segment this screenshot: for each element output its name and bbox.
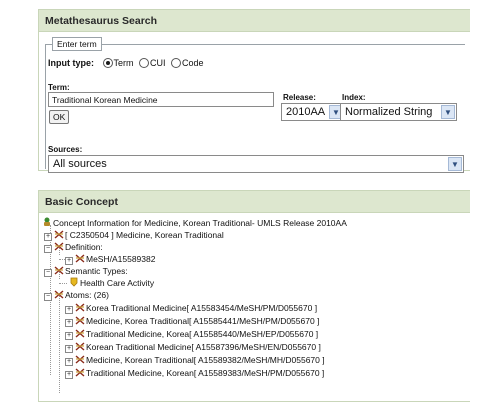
enter-term-fieldset: Enter term Input type: Term CUI Code Ter… xyxy=(45,37,465,173)
tree-cui-node[interactable]: + [ C2350504 ] Medicine, Korean Tradition… xyxy=(44,229,224,241)
expand-icon[interactable]: + xyxy=(65,371,73,379)
term-radio-label: Term xyxy=(113,58,134,68)
x-icon xyxy=(75,303,85,312)
x-icon xyxy=(54,290,64,299)
release-label: Release: xyxy=(283,93,316,102)
sources-select[interactable]: All sources ▼ xyxy=(48,155,464,173)
term-input[interactable]: Traditional Korean Medicine xyxy=(48,92,274,107)
release-select[interactable]: 2010AA ▼ xyxy=(281,103,345,121)
x-icon xyxy=(54,266,64,275)
definition-node-text: Definition: xyxy=(65,242,103,252)
index-label: Index: xyxy=(342,93,366,102)
concept-header: Concept Information for Medicine, Korean… xyxy=(42,217,347,229)
x-icon xyxy=(75,368,85,377)
sources-value: All sources xyxy=(53,158,107,170)
semantic-type-icon xyxy=(69,277,79,287)
x-icon xyxy=(75,329,85,338)
index-select[interactable]: Normalized String ▼ xyxy=(340,103,457,121)
collapse-icon[interactable]: − xyxy=(44,293,52,301)
metathesaurus-search-panel: Metathesaurus Search Enter term Input ty… xyxy=(38,9,470,173)
code-radio-label: Code xyxy=(182,58,204,68)
x-icon xyxy=(54,242,64,251)
tree-atom-item[interactable]: + Korean Traditional Medicine[ A15587396/… xyxy=(65,341,321,353)
semantic-types-text: Semantic Types: xyxy=(65,266,128,276)
cui-radio[interactable] xyxy=(139,58,150,68)
concept-header-text: Concept Information for Medicine, Korean… xyxy=(53,218,347,228)
sources-label: Sources: xyxy=(48,145,83,154)
cui-node-text: [ C2350504 ] Medicine, Korean Traditiona… xyxy=(65,230,224,240)
atom-text: Korean Traditional Medicine[ A15587396/M… xyxy=(86,342,321,352)
tree-semantic-types-node[interactable]: − Semantic Types: xyxy=(44,265,128,277)
expand-icon[interactable]: + xyxy=(44,233,52,241)
concept-info-icon xyxy=(42,217,52,226)
atom-text: Medicine, Korean Traditional[ A15589382/… xyxy=(86,355,325,365)
atoms-text: Atoms: (26) xyxy=(65,290,109,300)
tree-semantic-type-item[interactable]: Health Care Activity xyxy=(69,277,154,289)
term-radio[interactable] xyxy=(102,58,113,68)
definition-item-text: MeSH/A15589382 xyxy=(86,254,156,264)
atom-text: Korea Traditional Medicine[ A15583454/Me… xyxy=(86,303,318,313)
tree-atom-item[interactable]: + Korea Traditional Medicine[ A15583454/M… xyxy=(65,302,317,314)
expand-icon[interactable]: + xyxy=(65,345,73,353)
atom-text: Traditional Medicine, Korean[ A15589383/… xyxy=(86,368,325,378)
release-value: 2010AA xyxy=(286,106,326,118)
tree-atom-item[interactable]: + Medicine, Korean Traditional[ A15589382… xyxy=(65,354,325,366)
expand-icon[interactable]: + xyxy=(65,319,73,327)
input-type-row: Input type: Term CUI Code xyxy=(48,58,204,68)
term-label: Term: xyxy=(48,83,70,92)
collapse-icon[interactable]: − xyxy=(44,245,52,253)
collapse-icon[interactable]: − xyxy=(44,269,52,277)
chevron-down-icon: ▼ xyxy=(448,157,462,171)
expand-icon[interactable]: + xyxy=(65,306,73,314)
tree-atom-item[interactable]: + Medicine, Korea Traditional[ A15585441/… xyxy=(65,315,319,327)
expand-icon[interactable]: + xyxy=(65,257,73,265)
expand-icon[interactable]: + xyxy=(65,358,73,366)
tree-definition-item[interactable]: + MeSH/A15589382 xyxy=(65,253,155,265)
atom-text: Traditional Medicine, Korea[ A15585440/M… xyxy=(86,329,319,339)
enter-term-legend: Enter term xyxy=(52,37,102,51)
x-icon xyxy=(75,316,85,325)
semantic-type-item-text: Health Care Activity xyxy=(80,278,155,288)
x-icon xyxy=(75,254,85,263)
concept-panel-title: Basic Concept xyxy=(39,191,470,213)
cui-radio-label: CUI xyxy=(150,58,166,68)
x-icon xyxy=(54,230,64,239)
x-icon xyxy=(75,355,85,364)
search-panel-title: Metathesaurus Search xyxy=(39,10,470,32)
basic-concept-panel: Basic Concept Concept Information for Me… xyxy=(38,190,470,402)
atom-text: Medicine, Korea Traditional[ A15585441/M… xyxy=(86,316,320,326)
tree-atom-item[interactable]: + Traditional Medicine, Korea[ A15585440/… xyxy=(65,328,318,340)
ok-button[interactable]: OK xyxy=(49,110,70,124)
tree-atom-item[interactable]: + Traditional Medicine, Korean[ A15589383… xyxy=(65,367,324,379)
tree-definition-node[interactable]: − Definition: xyxy=(44,241,103,253)
index-value: Normalized String xyxy=(345,106,433,118)
chevron-down-icon: ▼ xyxy=(441,105,455,119)
x-icon xyxy=(75,342,85,351)
input-type-label: Input type: xyxy=(48,58,94,68)
code-radio[interactable] xyxy=(171,58,182,68)
tree-atoms-node[interactable]: − Atoms: (26) xyxy=(44,289,109,301)
expand-icon[interactable]: + xyxy=(65,332,73,340)
